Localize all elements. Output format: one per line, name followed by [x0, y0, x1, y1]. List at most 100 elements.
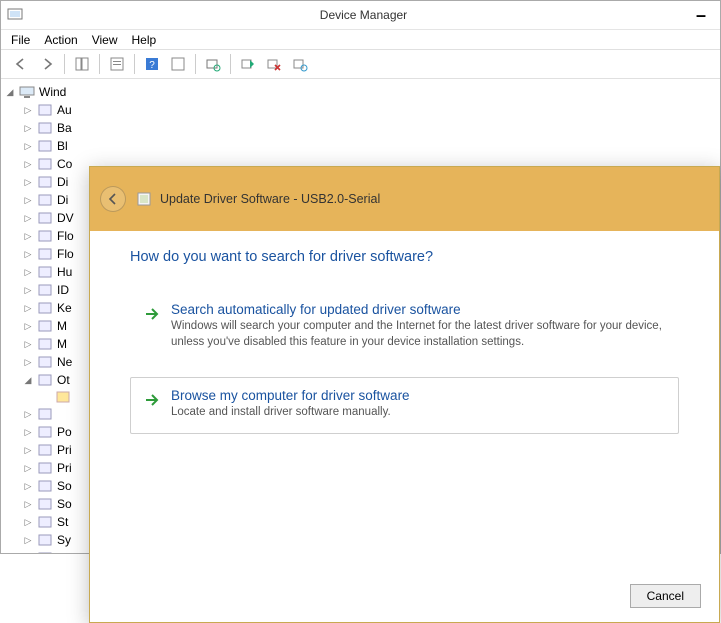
- category-icon: [37, 424, 53, 440]
- forward-icon[interactable]: [35, 52, 59, 76]
- tree-item-label: Di: [57, 191, 68, 209]
- body: ◢ Wind ▷Au▷Ba▷Bl▷Co▷Di▷Di▷DV▷Flo▷Flo▷Hu▷…: [1, 79, 720, 553]
- toolbar-separator: [134, 54, 135, 74]
- tree-item-label: Flo: [57, 245, 74, 263]
- tree-item-label: Co: [57, 155, 72, 173]
- toolbar-separator: [195, 54, 196, 74]
- category-icon: [37, 174, 53, 190]
- category-icon: [37, 120, 53, 136]
- tree-item-label: So: [57, 477, 72, 495]
- option-title: Search automatically for updated driver …: [171, 302, 664, 317]
- category-icon: [37, 282, 53, 298]
- tree-item-label: Ba: [57, 119, 72, 137]
- show-hide-tree-icon[interactable]: [70, 52, 94, 76]
- tree-item-label: Ke: [57, 299, 72, 317]
- update-driver-wizard: Update Driver Software - USB2.0-Serial H…: [89, 166, 720, 623]
- category-icon: [37, 460, 53, 476]
- toolbar-separator: [99, 54, 100, 74]
- caret-icon: ▷: [23, 477, 33, 495]
- wizard-title-prefix: Update Driver Software -: [160, 192, 301, 206]
- arrow-left-icon: [106, 192, 120, 206]
- caret-icon: ▷: [23, 405, 33, 423]
- device-icon: [136, 191, 152, 207]
- category-icon: [37, 354, 53, 370]
- wizard-titlebar: Update Driver Software - USB2.0-Serial: [90, 167, 719, 231]
- toolbar-separator: [230, 54, 231, 74]
- tree-item-label: DV: [57, 209, 74, 227]
- tree-item[interactable]: ▷Au: [5, 101, 716, 119]
- option-title: Browse my computer for driver software: [171, 388, 664, 403]
- scan-hardware-icon[interactable]: [201, 52, 225, 76]
- update-driver-icon[interactable]: [236, 52, 260, 76]
- caret-icon: ▷: [23, 299, 33, 317]
- minimize-button[interactable]: –: [696, 5, 714, 26]
- tree-item-label: Pri: [57, 441, 72, 459]
- wizard-footer: Cancel: [630, 584, 701, 608]
- caret-icon: ▷: [23, 549, 33, 553]
- caret-icon: ▷: [23, 423, 33, 441]
- caret-icon: ▷: [23, 353, 33, 371]
- wizard-back-button[interactable]: [100, 186, 126, 212]
- category-icon: [37, 478, 53, 494]
- tree-item-label: Sy: [57, 531, 71, 549]
- tree-item-label: Au: [57, 101, 72, 119]
- window-title: Device Manager: [31, 8, 696, 22]
- tree-item-label: Ne: [57, 353, 72, 371]
- titlebar: Device Manager –: [1, 1, 720, 29]
- category-icon: [37, 406, 53, 422]
- tree-item-label: Hu: [57, 263, 72, 281]
- tree-item-label: ID: [57, 281, 69, 299]
- caret-icon: ▷: [23, 119, 33, 137]
- category-icon: [37, 336, 53, 352]
- caret-icon: ▷: [23, 209, 33, 227]
- category-icon: [37, 228, 53, 244]
- caret-down-icon: ◢: [5, 83, 15, 101]
- category-icon: [37, 532, 53, 548]
- tree-item-label: Ot: [57, 371, 70, 389]
- tree-item[interactable]: ▷ Ba: [5, 119, 716, 137]
- properties-icon[interactable]: [105, 52, 129, 76]
- tree-item-label: Flo: [57, 227, 74, 245]
- wizard-title-device: USB2.0-Serial: [301, 192, 380, 206]
- category-icon: [37, 192, 53, 208]
- tree-item-label: Di: [57, 173, 68, 191]
- caret-icon: ▷: [23, 335, 33, 353]
- caret-icon: ▷: [23, 281, 33, 299]
- menu-action[interactable]: Action: [44, 33, 77, 47]
- warning-device-icon: [55, 389, 71, 405]
- category-icon: [37, 318, 53, 334]
- caret-icon: ▷: [23, 173, 33, 191]
- caret-icon: ▷: [23, 155, 33, 173]
- category-icon: [37, 514, 53, 530]
- caret-icon: ▷: [23, 137, 33, 155]
- menu-file[interactable]: File: [11, 33, 30, 47]
- arrow-right-icon: [143, 391, 161, 409]
- caret-icon: ▷: [23, 263, 33, 281]
- caret-icon: ◢: [23, 371, 33, 389]
- back-icon[interactable]: [9, 52, 33, 76]
- svg-text:?: ?: [149, 60, 155, 71]
- caret-icon: ▷: [23, 459, 33, 477]
- option-desc: Windows will search your computer and th…: [171, 319, 664, 350]
- caret-icon: ▷: [23, 513, 33, 531]
- action-icon[interactable]: [166, 52, 190, 76]
- category-icon: [37, 246, 53, 262]
- menu-view[interactable]: View: [92, 33, 118, 47]
- category-icon: [37, 372, 53, 388]
- tree-item-label: M: [57, 335, 67, 353]
- caret-icon: ▷: [23, 227, 33, 245]
- toolbar: ?: [1, 49, 720, 79]
- cancel-button[interactable]: Cancel: [630, 584, 701, 608]
- help-icon[interactable]: ?: [140, 52, 164, 76]
- tree-root-label: Wind: [39, 83, 66, 101]
- tree-root[interactable]: ◢ Wind: [5, 83, 716, 101]
- uninstall-icon[interactable]: [262, 52, 286, 76]
- disable-icon[interactable]: [288, 52, 312, 76]
- wizard-question: How do you want to search for driver sof…: [130, 249, 679, 265]
- option-search-automatically[interactable]: Search automatically for updated driver …: [130, 291, 679, 363]
- option-browse-computer[interactable]: Browse my computer for driver software L…: [130, 377, 679, 434]
- tree-item[interactable]: ▷Bl: [5, 137, 716, 155]
- category-icon: [37, 550, 53, 553]
- menu-help[interactable]: Help: [132, 33, 157, 47]
- option-desc: Locate and install driver software manua…: [171, 405, 664, 421]
